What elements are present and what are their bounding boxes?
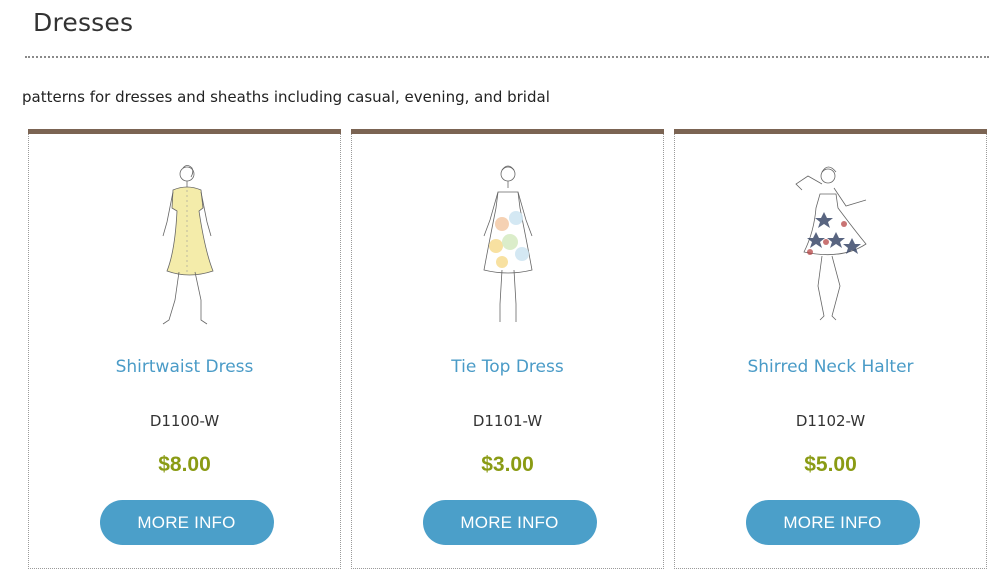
product-price: $8.00 <box>158 453 211 476</box>
product-name-link[interactable]: Shirred Neck Halter <box>675 357 986 377</box>
more-info-button[interactable]: MORE INFO <box>422 500 597 545</box>
product-price: $3.00 <box>481 453 534 476</box>
tie-top-dress-image[interactable] <box>468 162 548 332</box>
card-body: Shirtwaist Dress D1100-W $8.00 MORE INFO <box>28 134 341 569</box>
title-divider <box>25 56 989 58</box>
product-sku: D1102-W <box>795 412 866 430</box>
product-name-link[interactable]: Shirtwaist Dress <box>29 357 340 377</box>
product-name-link[interactable]: Tie Top Dress <box>352 357 663 377</box>
card-body: Shirred Neck Halter D1102-W $5.00 MORE I… <box>674 134 987 569</box>
category-description: patterns for dresses and sheaths includi… <box>22 88 550 106</box>
product-card: Shirred Neck Halter D1102-W $5.00 MORE I… <box>674 129 987 569</box>
product-sku: D1101-W <box>472 412 543 430</box>
product-price: $5.00 <box>804 453 857 476</box>
more-info-button[interactable]: MORE INFO <box>745 500 920 545</box>
shirtwaist-dress-image[interactable] <box>145 162 225 332</box>
product-card: Shirtwaist Dress D1100-W $8.00 MORE INFO <box>28 129 341 569</box>
card-body: Tie Top Dress D1101-W $3.00 MORE INFO <box>351 134 664 569</box>
page: Dresses patterns for dresses and sheaths… <box>0 0 1000 585</box>
product-card: Tie Top Dress D1101-W $3.00 MORE INFO <box>351 129 664 569</box>
product-sku: D1100-W <box>149 412 220 430</box>
more-info-button[interactable]: MORE INFO <box>99 500 274 545</box>
shirred-neck-halter-image[interactable] <box>786 162 876 332</box>
page-title: Dresses <box>33 8 134 37</box>
product-grid: Shirtwaist Dress D1100-W $8.00 MORE INFO <box>28 129 988 569</box>
